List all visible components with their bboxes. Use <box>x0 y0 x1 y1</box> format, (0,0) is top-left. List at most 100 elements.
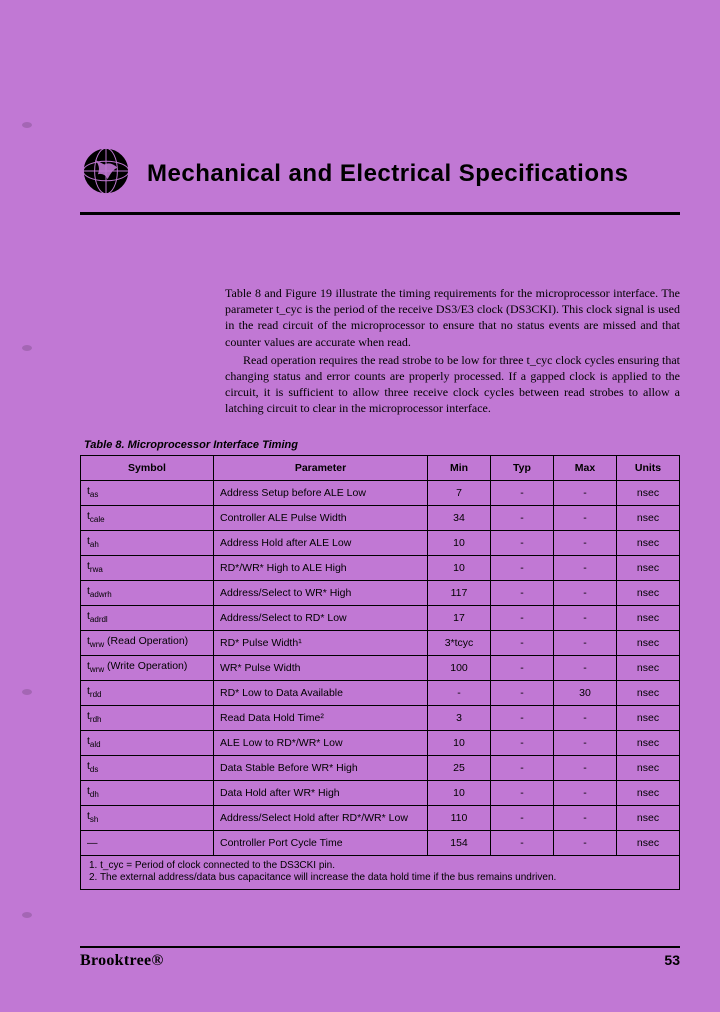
cell-symbol: tadwrh <box>81 580 214 605</box>
cell-parameter: Data Stable Before WR* High <box>214 755 428 780</box>
cell-typ: - <box>491 730 554 755</box>
table-row: twrw (Write Operation)WR* Pulse Width100… <box>81 655 680 680</box>
timing-table: Symbol Parameter Min Typ Max Units tasAd… <box>80 455 680 856</box>
paragraph-1: Table 8 and Figure 19 illustrate the tim… <box>225 285 680 350</box>
cell-max: - <box>554 830 617 855</box>
cell-max: - <box>554 655 617 680</box>
table-header-row: Symbol Parameter Min Typ Max Units <box>81 455 680 480</box>
cell-max: - <box>554 480 617 505</box>
cell-units: nsec <box>617 705 680 730</box>
cell-typ: - <box>491 505 554 530</box>
cell-symbol: tah <box>81 530 214 555</box>
cell-max: - <box>554 755 617 780</box>
cell-units: nsec <box>617 630 680 655</box>
cell-parameter: Address Setup before ALE Low <box>214 480 428 505</box>
page: Mechanical and Electrical Specifications… <box>0 0 720 1012</box>
page-footer: Brooktree® 53 <box>80 946 680 970</box>
cell-parameter: Address/Select to RD* Low <box>214 605 428 630</box>
cell-units: nsec <box>617 830 680 855</box>
cell-parameter: WR* Pulse Width <box>214 655 428 680</box>
cell-max: - <box>554 555 617 580</box>
cell-symbol: twrw (Write Operation) <box>81 655 214 680</box>
cell-parameter: ALE Low to RD*/WR* Low <box>214 730 428 755</box>
table-row: tadrdlAddress/Select to RD* Low17--nsec <box>81 605 680 630</box>
cell-min: 10 <box>428 555 491 580</box>
col-parameter: Parameter <box>214 455 428 480</box>
paragraph-2: Read operation requires the read strobe … <box>225 352 680 417</box>
brand-name: Brooktree® <box>80 952 164 970</box>
cell-parameter: Address/Select Hold after RD*/WR* Low <box>214 805 428 830</box>
scan-artifact <box>22 122 32 128</box>
cell-units: nsec <box>617 730 680 755</box>
table-row: tadwrhAddress/Select to WR* High117--nse… <box>81 580 680 605</box>
cell-symbol: tdh <box>81 780 214 805</box>
cell-min: 25 <box>428 755 491 780</box>
cell-max: - <box>554 605 617 630</box>
col-units: Units <box>617 455 680 480</box>
col-symbol: Symbol <box>81 455 214 480</box>
cell-units: nsec <box>617 505 680 530</box>
content-area: Mechanical and Electrical Specifications… <box>80 145 680 890</box>
cell-symbol: tadrdl <box>81 605 214 630</box>
cell-typ: - <box>491 480 554 505</box>
cell-units: nsec <box>617 780 680 805</box>
cell-min: 110 <box>428 805 491 830</box>
table-row: tshAddress/Select Hold after RD*/WR* Low… <box>81 805 680 830</box>
cell-min: 7 <box>428 480 491 505</box>
scan-artifact <box>22 689 32 695</box>
cell-symbol: trwa <box>81 555 214 580</box>
table-footnotes: 1. t_cyc = Period of clock connected to … <box>80 856 680 890</box>
cell-units: nsec <box>617 555 680 580</box>
footnote-1: 1. t_cyc = Period of clock connected to … <box>89 860 671 873</box>
cell-min: 10 <box>428 730 491 755</box>
table-row: —Controller Port Cycle Time154--nsec <box>81 830 680 855</box>
cell-parameter: RD* Pulse Width¹ <box>214 630 428 655</box>
footnote-2: 2. The external address/data bus capacit… <box>89 872 671 885</box>
cell-units: nsec <box>617 655 680 680</box>
cell-typ: - <box>491 530 554 555</box>
scan-artifact <box>22 912 32 918</box>
table-row: taldALE Low to RD*/WR* Low10--nsec <box>81 730 680 755</box>
globe-icon <box>80 145 132 202</box>
table-row: trdhRead Data Hold Time²3--nsec <box>81 705 680 730</box>
table-row: trwaRD*/WR* High to ALE High10--nsec <box>81 555 680 580</box>
cell-typ: - <box>491 755 554 780</box>
table-row: tdsData Stable Before WR* High25--nsec <box>81 755 680 780</box>
cell-parameter: Read Data Hold Time² <box>214 705 428 730</box>
section-header: Mechanical and Electrical Specifications <box>80 145 680 215</box>
col-min: Min <box>428 455 491 480</box>
table-caption: Table 8. Microprocessor Interface Timing <box>84 439 680 451</box>
cell-max: - <box>554 805 617 830</box>
cell-parameter: Data Hold after WR* High <box>214 780 428 805</box>
cell-typ: - <box>491 580 554 605</box>
cell-max: - <box>554 630 617 655</box>
cell-max: - <box>554 580 617 605</box>
col-max: Max <box>554 455 617 480</box>
col-typ: Typ <box>491 455 554 480</box>
cell-min: 117 <box>428 580 491 605</box>
cell-max: - <box>554 730 617 755</box>
cell-units: nsec <box>617 805 680 830</box>
cell-min: 3*tcyc <box>428 630 491 655</box>
cell-parameter: Controller ALE Pulse Width <box>214 505 428 530</box>
table-row: tahAddress Hold after ALE Low10--nsec <box>81 530 680 555</box>
cell-parameter: Controller Port Cycle Time <box>214 830 428 855</box>
cell-typ: - <box>491 705 554 730</box>
cell-parameter: Address/Select to WR* High <box>214 580 428 605</box>
cell-typ: - <box>491 680 554 705</box>
cell-max: - <box>554 780 617 805</box>
cell-min: 100 <box>428 655 491 680</box>
cell-typ: - <box>491 655 554 680</box>
cell-symbol: tas <box>81 480 214 505</box>
cell-max: 30 <box>554 680 617 705</box>
cell-symbol: trdh <box>81 705 214 730</box>
cell-min: 10 <box>428 780 491 805</box>
cell-typ: - <box>491 630 554 655</box>
section-title: Mechanical and Electrical Specifications <box>147 160 629 188</box>
cell-min: 34 <box>428 505 491 530</box>
cell-symbol: twrw (Read Operation) <box>81 630 214 655</box>
cell-typ: - <box>491 555 554 580</box>
cell-symbol: tald <box>81 730 214 755</box>
cell-symbol: tcale <box>81 505 214 530</box>
intro-paragraphs: Table 8 and Figure 19 illustrate the tim… <box>225 285 680 417</box>
